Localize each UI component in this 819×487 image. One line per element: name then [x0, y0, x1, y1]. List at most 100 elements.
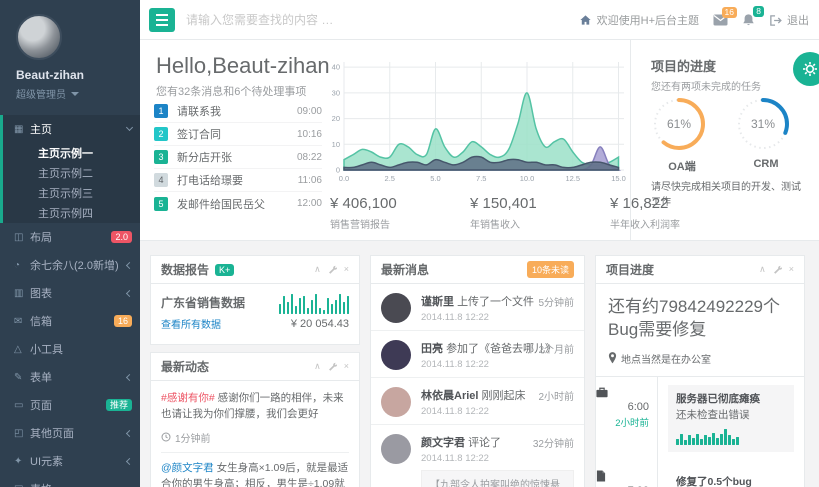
unread-count-badge: 10条未读 — [527, 261, 574, 278]
todo-item[interactable]: 3 新分店开张 08:22 — [154, 146, 322, 169]
sidebar-subitem-home-3[interactable]: 主页示例三 — [3, 183, 140, 203]
k-plus-badge: K+ — [215, 264, 234, 276]
wrench-icon[interactable] — [328, 362, 337, 371]
sidebar-item-other-pages[interactable]: ◰ 其他页面 — [0, 419, 140, 447]
sidebar-subitem-home-4[interactable]: 主页示例四 — [3, 203, 140, 223]
caret-down-icon — [71, 92, 79, 96]
collapse-icon[interactable]: ∧ — [314, 362, 321, 371]
server-sparkline — [676, 429, 786, 445]
user-link[interactable]: 颜文字君 — [421, 437, 465, 449]
top-navbar: 欢迎使用H+后台主题 16 8 退出 — [140, 0, 819, 40]
close-icon[interactable]: × — [344, 265, 349, 274]
sidebar-group-home: ▦ 主页 主页示例一 主页示例二 主页示例三 主页示例四 — [0, 115, 140, 223]
svg-text:40: 40 — [332, 63, 340, 72]
todo-item[interactable]: 4 打电话给璟要 11:06 — [154, 169, 322, 192]
chevron-left-icon — [126, 373, 133, 380]
sidebar-item-home[interactable]: ▦ 主页 — [3, 115, 140, 143]
notification-count-badge: 8 — [753, 6, 764, 17]
user-avatar[interactable] — [16, 14, 62, 60]
crm-progress-ring: 31% — [731, 92, 801, 156]
user-link[interactable]: 谨斯里 — [421, 296, 454, 308]
grid-icon: ▦ — [14, 124, 30, 135]
sidebar-item-charts[interactable]: ▥ 图表 — [0, 279, 140, 307]
notifications-button[interactable]: 8 — [742, 13, 755, 27]
user-link[interactable]: 林依晨Ariel — [421, 390, 478, 402]
sidebar-item-widgets[interactable]: △ 小工具 — [0, 335, 140, 363]
avatar — [381, 340, 411, 370]
user-name: Beaut-zihan — [16, 68, 140, 82]
feed-post: #感谢有你# 感谢你们一路的相伴，未来也请让我为你们撑腰，我们会更好 — [161, 390, 349, 423]
stat-sales-report: ¥ 406,100 销售营销报告 — [330, 195, 440, 231]
latest-messages-panel: 最新消息 10条未读 谨斯里 上传了一个文件 2014.11.8 12:22 5… — [370, 255, 585, 487]
sidebar-item-mailbox[interactable]: ✉ 信箱 16 — [0, 307, 140, 335]
todo-number-badge: 5 — [154, 197, 168, 211]
project-progress-summary: 项目的进度 您还有两项未完成的任务 61% OA端 31% CRM 请尽快完成相… — [630, 40, 819, 241]
mail-count-badge: 16 — [114, 315, 132, 328]
settings-button[interactable] — [793, 52, 819, 86]
diamond-icon: ✦ — [14, 456, 30, 467]
version-badge: 2.0 — [111, 231, 132, 244]
todo-item[interactable]: 2 签订合同 10:16 — [154, 123, 322, 146]
view-all-data-link[interactable]: 查看所有数据 — [161, 316, 245, 331]
sidebar-menu: ▦ 主页 主页示例一 主页示例二 主页示例三 主页示例四 ◫ 布局 2.0 ◔ … — [0, 115, 140, 487]
todo-number-badge: 3 — [154, 150, 168, 164]
message-item[interactable]: 谨斯里 上传了一个文件 2014.11.8 12:22 5分钟前 — [371, 284, 584, 331]
svg-text:10.0: 10.0 — [520, 174, 535, 183]
sidebar-item-layouts[interactable]: ◫ 布局 2.0 — [0, 223, 140, 251]
report-region: 广东省销售数据 — [161, 294, 245, 311]
timeline-item: 6:00 2小时前 服务器已彻底瘫痪 还未检查出错误 — [596, 376, 804, 461]
search-input[interactable] — [186, 8, 426, 32]
panel-title: 项目进度 — [606, 261, 654, 278]
user-role-dropdown[interactable]: 超级管理员 — [16, 86, 140, 101]
close-icon[interactable]: × — [344, 362, 349, 371]
data-report-panel: 数据报告 K+ ∧ × 广东省销售数据 查看所有数据 ¥ 20 054.43 — [150, 255, 360, 345]
map-pin-icon — [608, 352, 617, 364]
timeline-content: 服务器已彻底瘫痪 还未检查出错误 — [668, 385, 794, 453]
panel-title: 数据报告 — [161, 261, 209, 278]
sidebar-item-tables[interactable]: ▤ 表格 — [0, 475, 140, 487]
user-link[interactable]: 田亮 — [421, 343, 443, 355]
svg-text:0.0: 0.0 — [339, 174, 349, 183]
sidebar-item-pages[interactable]: ▭ 页面 推荐 — [0, 391, 140, 419]
todo-item[interactable]: 5 发邮件给国民岳父 12:00 — [154, 192, 322, 215]
clock-icon — [161, 432, 171, 442]
sidebar-item-ui-elements[interactable]: ✦ UI元素 — [0, 447, 140, 475]
close-icon[interactable]: × — [789, 265, 794, 274]
sidebar-item-misc[interactable]: ◔ 余七余八(2.0新增) — [0, 251, 140, 279]
mention-link[interactable]: @颜文字君 — [161, 462, 214, 474]
gear-icon — [802, 61, 818, 77]
table-icon: ▤ — [14, 484, 30, 487]
project-progress-panel: 项目进度 ∧ × 还有约79842492229个Bug需要修复 地点当然是在办公… — [595, 255, 805, 487]
sidebar-user-panel: Beaut-zihan 超级管理员 — [0, 0, 140, 111]
stat-annual-revenue: ¥ 150,401 年销售收入 — [470, 195, 580, 231]
topic-link[interactable]: #感谢有你# — [161, 392, 215, 404]
message-item[interactable]: 林依晨Ariel 刚刚起床 2014.11.8 12:22 2小时前 — [371, 378, 584, 425]
collapse-icon[interactable]: ∧ — [759, 265, 766, 274]
chevron-down-icon — [126, 124, 133, 131]
file-icon — [596, 470, 606, 482]
sidebar: Beaut-zihan 超级管理员 ▦ 主页 主页示例一 主页示例二 主页示例三… — [0, 0, 140, 487]
message-item[interactable]: 颜文字君 评论了 2014.11.8 12:22 32分钟前 【九部令人拍案叫绝… — [371, 425, 584, 487]
todo-item[interactable]: 1 请联系我 09:00 — [154, 100, 322, 123]
mail-button[interactable]: 16 — [713, 14, 728, 26]
chevron-left-icon — [126, 261, 133, 268]
sign-out-icon — [769, 14, 782, 27]
sidebar-item-forms[interactable]: ✎ 表单 — [0, 363, 140, 391]
svg-text:2.5: 2.5 — [385, 174, 395, 183]
envelope-icon: ✉ — [14, 316, 30, 327]
collapse-icon[interactable]: ∧ — [314, 265, 321, 274]
sidebar-toggle-button[interactable] — [149, 8, 175, 32]
sidebar-subitem-home-1[interactable]: 主页示例一 — [3, 143, 140, 163]
sales-sparkline — [279, 294, 350, 314]
svg-text:15.0: 15.0 — [611, 174, 626, 183]
svg-text:30: 30 — [332, 88, 340, 97]
sidebar-subitem-home-2[interactable]: 主页示例二 — [3, 163, 140, 183]
chevron-left-icon — [126, 457, 133, 464]
timeline-item: 7:00 3小时前 修复了0.5个bug 重启服务 — [596, 460, 804, 487]
message-item[interactable]: 田亮 参加了《爸爸去哪儿》 2014.11.8 12:22 2个月前 — [371, 331, 584, 378]
logout-button[interactable]: 退出 — [769, 12, 809, 28]
panel-title: 最新动态 — [161, 358, 209, 375]
wrench-icon[interactable] — [328, 265, 337, 274]
wrench-icon[interactable] — [773, 265, 782, 274]
copy-icon: ◰ — [14, 428, 30, 439]
